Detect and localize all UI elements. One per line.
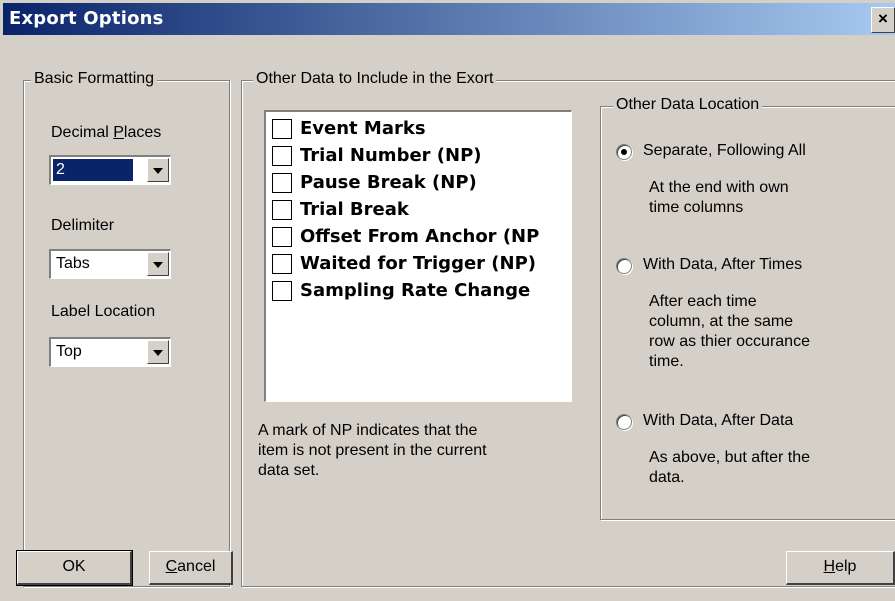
data-location-legend: Other Data Location bbox=[613, 96, 763, 114]
np-note: A mark of NP indicates that the item is … bbox=[258, 422, 487, 479]
label-location-label: Label Location bbox=[51, 303, 156, 320]
close-icon[interactable]: × bbox=[871, 7, 895, 33]
checkbox-icon[interactable] bbox=[272, 200, 292, 220]
radio-with-data-after-times[interactable]: With Data, After Times bbox=[616, 256, 895, 278]
export-options-dialog: Export Options × Basic Formatting Decima… bbox=[0, 0, 895, 601]
checkbox-icon[interactable] bbox=[272, 281, 292, 301]
radio-icon[interactable] bbox=[616, 144, 632, 160]
chevron-down-icon[interactable] bbox=[147, 252, 169, 276]
delimiter-select[interactable]: Tabs bbox=[49, 249, 171, 279]
other-data-listbox[interactable]: Event Marks Trial Number (NP) Pause Brea… bbox=[264, 110, 572, 402]
delimiter-label: Delimiter bbox=[51, 217, 115, 234]
separate-description: At the end with own time columns bbox=[649, 179, 789, 216]
radio-with-data-after-data[interactable]: With Data, After Data bbox=[616, 412, 895, 434]
after-times-description: After each time column, at the same row … bbox=[649, 293, 810, 370]
checkbox-icon[interactable] bbox=[272, 119, 292, 139]
chevron-down-icon[interactable] bbox=[147, 340, 169, 364]
checkbox-icon[interactable] bbox=[272, 146, 292, 166]
checkbox-icon[interactable] bbox=[272, 227, 292, 247]
ok-button[interactable]: OK bbox=[16, 550, 133, 586]
radio-separate-following-all[interactable]: Separate, Following All bbox=[616, 142, 895, 164]
delimiter-value: Tabs bbox=[56, 255, 90, 272]
checkbox-icon[interactable] bbox=[272, 173, 292, 193]
label-location-select[interactable]: Top bbox=[49, 337, 171, 367]
radio-icon[interactable] bbox=[616, 258, 632, 274]
basic-formatting-legend: Basic Formatting bbox=[31, 70, 158, 88]
after-data-description: As above, but after the data. bbox=[649, 449, 810, 486]
other-data-legend: Other Data to Include in the Exort bbox=[253, 70, 497, 88]
decimal-places-value: 2 bbox=[52, 158, 134, 182]
title-bar[interactable]: Export Options × bbox=[3, 3, 895, 35]
window-title: Export Options bbox=[9, 8, 164, 29]
checkbox-icon[interactable] bbox=[272, 254, 292, 274]
decimal-places-select[interactable]: 2 bbox=[49, 155, 171, 185]
decimal-places-label: Decimal Places bbox=[51, 124, 162, 141]
help-button[interactable]: Help bbox=[786, 551, 895, 585]
radio-icon[interactable] bbox=[616, 414, 632, 430]
label-location-value: Top bbox=[56, 343, 82, 360]
chevron-down-icon[interactable] bbox=[147, 158, 169, 182]
cancel-button[interactable]: Cancel bbox=[149, 551, 233, 585]
